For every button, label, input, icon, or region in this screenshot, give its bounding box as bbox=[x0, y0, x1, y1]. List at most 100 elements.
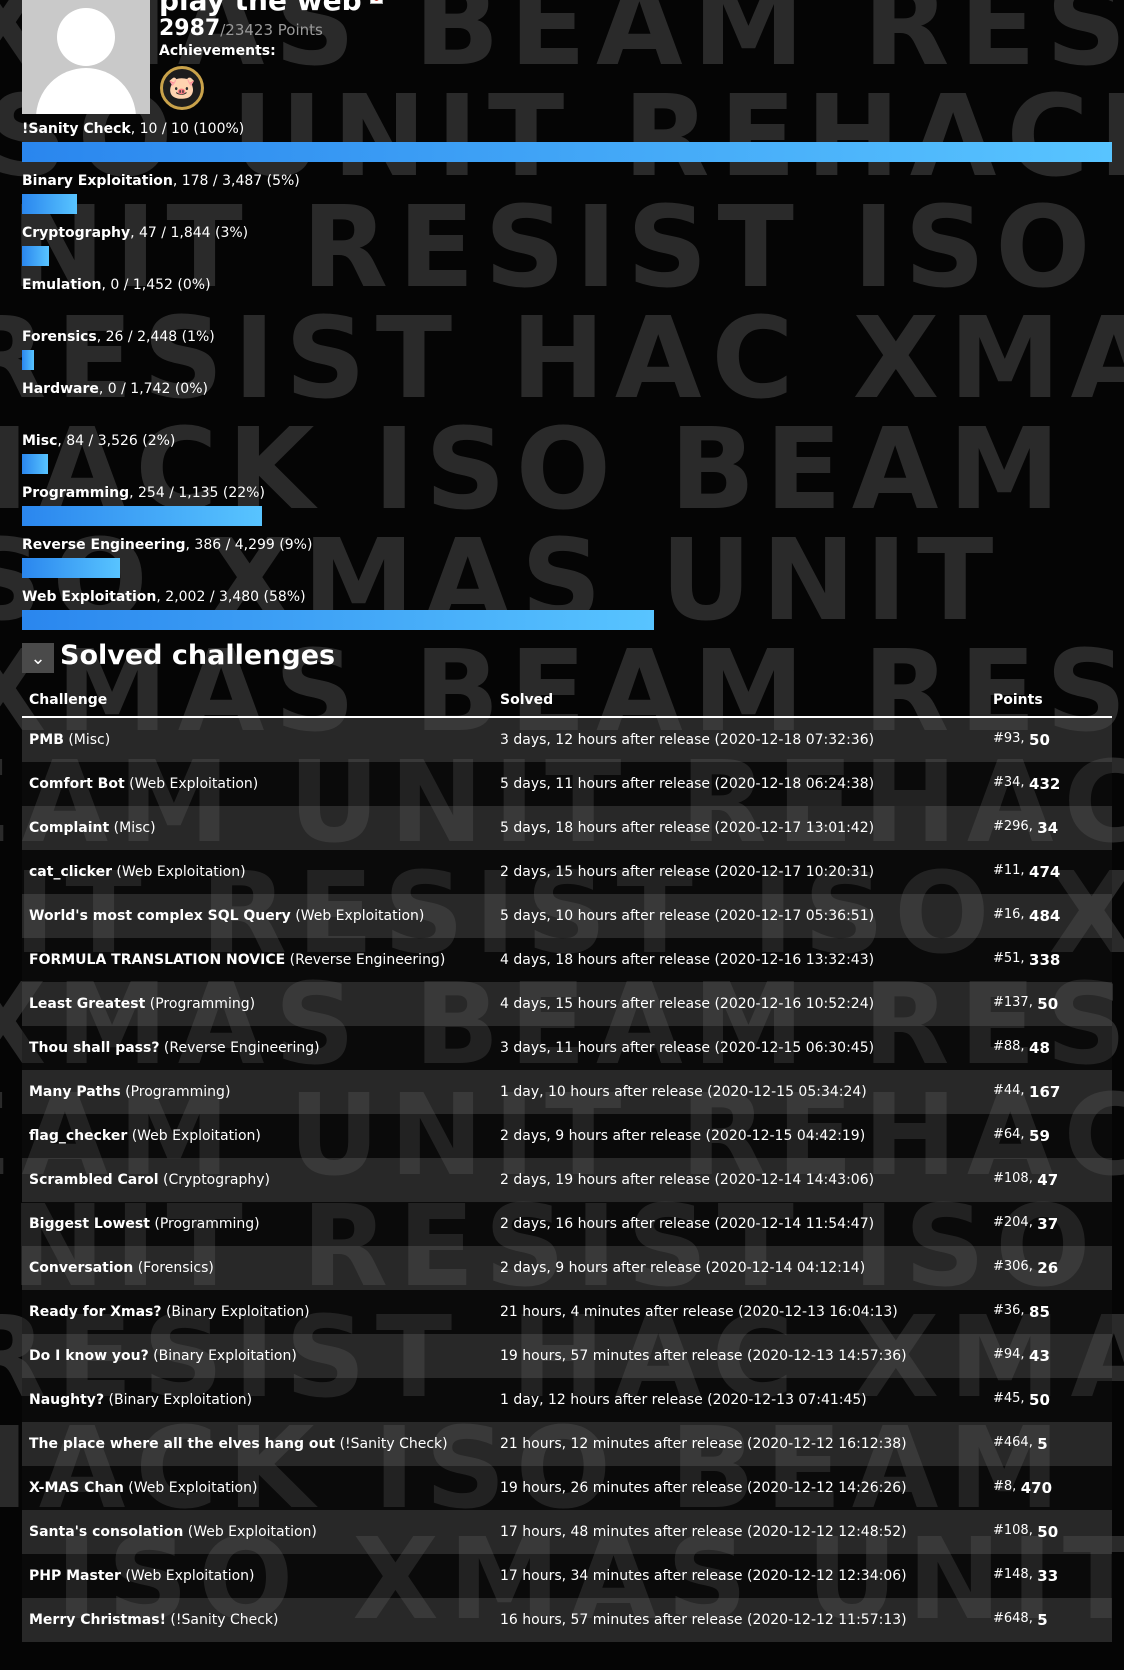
challenge-name-link[interactable]: Complaint bbox=[29, 820, 109, 836]
category-progress-item: Misc, 84 / 3,526 (2%) bbox=[22, 432, 1112, 474]
challenge-category: (Web Exploitation) bbox=[111, 864, 246, 880]
category-name[interactable]: !Sanity Check bbox=[22, 121, 131, 137]
challenge-name-link[interactable]: PHP Master bbox=[29, 1568, 121, 1584]
challenge-name-link[interactable]: Scrambled Carol bbox=[29, 1172, 159, 1188]
points-cell: #93, 50 bbox=[986, 717, 1112, 762]
category-name[interactable]: Cryptography bbox=[22, 225, 130, 241]
category-progress-item: Cryptography, 47 / 1,844 (3%) bbox=[22, 224, 1112, 266]
challenge-category: (Reverse Engineering) bbox=[159, 1040, 320, 1056]
challenge-name-link[interactable]: Least Greatest bbox=[29, 996, 145, 1012]
challenge-name-link[interactable]: The place where all the elves hang out bbox=[29, 1436, 335, 1452]
challenge-points: 50 bbox=[1029, 1391, 1050, 1409]
challenge-name-link[interactable]: flag_checker bbox=[29, 1128, 127, 1144]
points-cell: #45, 50 bbox=[986, 1378, 1112, 1422]
category-stats: , 386 / 4,299 (9%) bbox=[185, 537, 313, 553]
username-text: play the web bbox=[159, 0, 362, 17]
solved-time-cell: 21 hours, 4 minutes after release (2020-… bbox=[493, 1290, 986, 1334]
challenge-name-link[interactable]: Santa's consolation bbox=[29, 1524, 183, 1540]
column-header-challenge[interactable]: Challenge bbox=[22, 684, 493, 718]
pig-badge-icon[interactable]: 🐷 bbox=[160, 66, 204, 110]
challenge-category: (Web Exploitation) bbox=[120, 1568, 255, 1584]
category-stats: , 0 / 1,742 (0%) bbox=[98, 381, 208, 397]
challenge-cell: Ready for Xmas? (Binary Exploitation) bbox=[22, 1290, 493, 1334]
table-row: Conversation (Forensics) 2 days, 9 hours … bbox=[22, 1246, 1112, 1290]
table-row: Do I know you? (Binary Exploitation) 19 h… bbox=[22, 1334, 1112, 1378]
points-cell: #34, 432 bbox=[986, 762, 1112, 806]
challenge-name-link[interactable]: World's most complex SQL Query bbox=[29, 908, 291, 924]
challenge-cell: Thou shall pass? (Reverse Engineering) bbox=[22, 1026, 493, 1070]
challenge-points: 59 bbox=[1029, 1127, 1050, 1145]
solve-rank: #88, bbox=[993, 1039, 1025, 1054]
challenge-name-link[interactable]: Do I know you? bbox=[29, 1348, 149, 1364]
avatar-head-shape bbox=[57, 8, 115, 66]
category-name[interactable]: Misc bbox=[22, 433, 57, 449]
challenge-points: 26 bbox=[1037, 1259, 1059, 1277]
category-stats: , 10 / 10 (100%) bbox=[130, 121, 245, 137]
progress-bar-track bbox=[22, 246, 1112, 266]
challenge-category: (Forensics) bbox=[133, 1260, 214, 1276]
category-name[interactable]: Reverse Engineering bbox=[22, 537, 186, 553]
solve-rank: #51, bbox=[993, 951, 1025, 966]
challenge-name-link[interactable]: Comfort Bot bbox=[29, 776, 125, 792]
category-name[interactable]: Web Exploitation bbox=[22, 589, 156, 605]
solved-time-cell: 2 days, 15 hours after release (2020-12-… bbox=[493, 850, 986, 894]
column-header-solved[interactable]: Solved bbox=[493, 684, 986, 718]
challenge-name-link[interactable]: X-MAS Chan bbox=[29, 1480, 124, 1496]
solve-rank: #45, bbox=[993, 1391, 1025, 1406]
challenge-name-link[interactable]: Naughty? bbox=[29, 1392, 104, 1408]
solved-time-cell: 17 hours, 48 minutes after release (2020… bbox=[493, 1510, 986, 1554]
challenge-points: 5 bbox=[1037, 1611, 1048, 1629]
challenge-cell: PMB (Misc) bbox=[22, 717, 493, 762]
challenge-category: (Programming) bbox=[120, 1084, 231, 1100]
challenge-name-link[interactable]: Merry Christmas! bbox=[29, 1612, 166, 1628]
challenge-name-link[interactable]: Thou shall pass? bbox=[29, 1040, 159, 1056]
challenge-points: 48 bbox=[1029, 1039, 1050, 1057]
challenge-name-link[interactable]: cat_clicker bbox=[29, 864, 112, 880]
table-row: PMB (Misc) 3 days, 12 hours after release… bbox=[22, 717, 1112, 762]
points-cell: #464, 5 bbox=[986, 1422, 1112, 1466]
table-row: World's most complex SQL Query (Web Expl… bbox=[22, 894, 1112, 938]
challenge-name-link[interactable]: PMB bbox=[29, 732, 64, 748]
category-name[interactable]: Forensics bbox=[22, 329, 97, 345]
challenge-name-link[interactable]: Ready for Xmas? bbox=[29, 1304, 162, 1320]
solved-time-cell: 16 hours, 57 minutes after release (2020… bbox=[493, 1598, 986, 1642]
table-row: Scrambled Carol (Cryptography) 2 days, 19… bbox=[22, 1158, 1112, 1202]
solved-time-cell: 5 days, 10 hours after release (2020-12-… bbox=[493, 894, 986, 938]
points-cell: #64, 59 bbox=[986, 1114, 1112, 1158]
category-name[interactable]: Binary Exploitation bbox=[22, 173, 173, 189]
category-stats: , 0 / 1,452 (0%) bbox=[101, 277, 211, 293]
points-cell: #204, 37 bbox=[986, 1202, 1112, 1246]
challenge-category: (Web Exploitation) bbox=[127, 1128, 261, 1144]
table-row: Naughty? (Binary Exploitation) 1 day, 12 … bbox=[22, 1378, 1112, 1422]
challenge-name-link[interactable]: Conversation bbox=[29, 1260, 133, 1276]
challenge-points: 474 bbox=[1029, 863, 1061, 881]
progress-bar-fill bbox=[22, 558, 120, 578]
avatar bbox=[22, 0, 150, 114]
challenge-category: (Programming) bbox=[149, 1216, 260, 1232]
solved-time-cell: 19 hours, 26 minutes after release (2020… bbox=[493, 1466, 986, 1510]
solve-rank: #64, bbox=[993, 1127, 1025, 1142]
challenge-cell: cat_clicker (Web Exploitation) bbox=[22, 850, 493, 894]
category-name[interactable]: Programming bbox=[22, 485, 129, 501]
solve-rank: #648, bbox=[993, 1611, 1033, 1626]
challenge-cell: flag_checker (Web Exploitation) bbox=[22, 1114, 493, 1158]
challenge-cell: FORMULA TRANSLATION NOVICE (Reverse Engi… bbox=[22, 938, 493, 982]
challenge-cell: Do I know you? (Binary Exploitation) bbox=[22, 1334, 493, 1378]
challenge-name-link[interactable]: FORMULA TRANSLATION NOVICE bbox=[29, 952, 285, 968]
progress-bar-fill bbox=[22, 610, 654, 630]
solved-time-cell: 4 days, 18 hours after release (2020-12-… bbox=[493, 938, 986, 982]
table-row: Many Paths (Programming) 1 day, 10 hours … bbox=[22, 1070, 1112, 1114]
challenge-cell: X-MAS Chan (Web Exploitation) bbox=[22, 1466, 493, 1510]
challenge-name-link[interactable]: Biggest Lowest bbox=[29, 1216, 150, 1232]
challenge-name-link[interactable]: Many Paths bbox=[29, 1084, 121, 1100]
solve-rank: #204, bbox=[993, 1215, 1033, 1230]
column-header-points[interactable]: Points bbox=[986, 684, 1112, 718]
category-name[interactable]: Emulation bbox=[22, 277, 101, 293]
progress-bar-track bbox=[22, 142, 1112, 162]
collapse-toggle-button[interactable]: ⌄ bbox=[22, 643, 54, 673]
progress-bar-track bbox=[22, 506, 1112, 526]
progress-bar-track bbox=[22, 194, 1112, 214]
points-total: /23423 Points bbox=[220, 21, 323, 39]
category-name[interactable]: Hardware bbox=[22, 381, 99, 397]
challenge-points: 50 bbox=[1037, 995, 1059, 1013]
